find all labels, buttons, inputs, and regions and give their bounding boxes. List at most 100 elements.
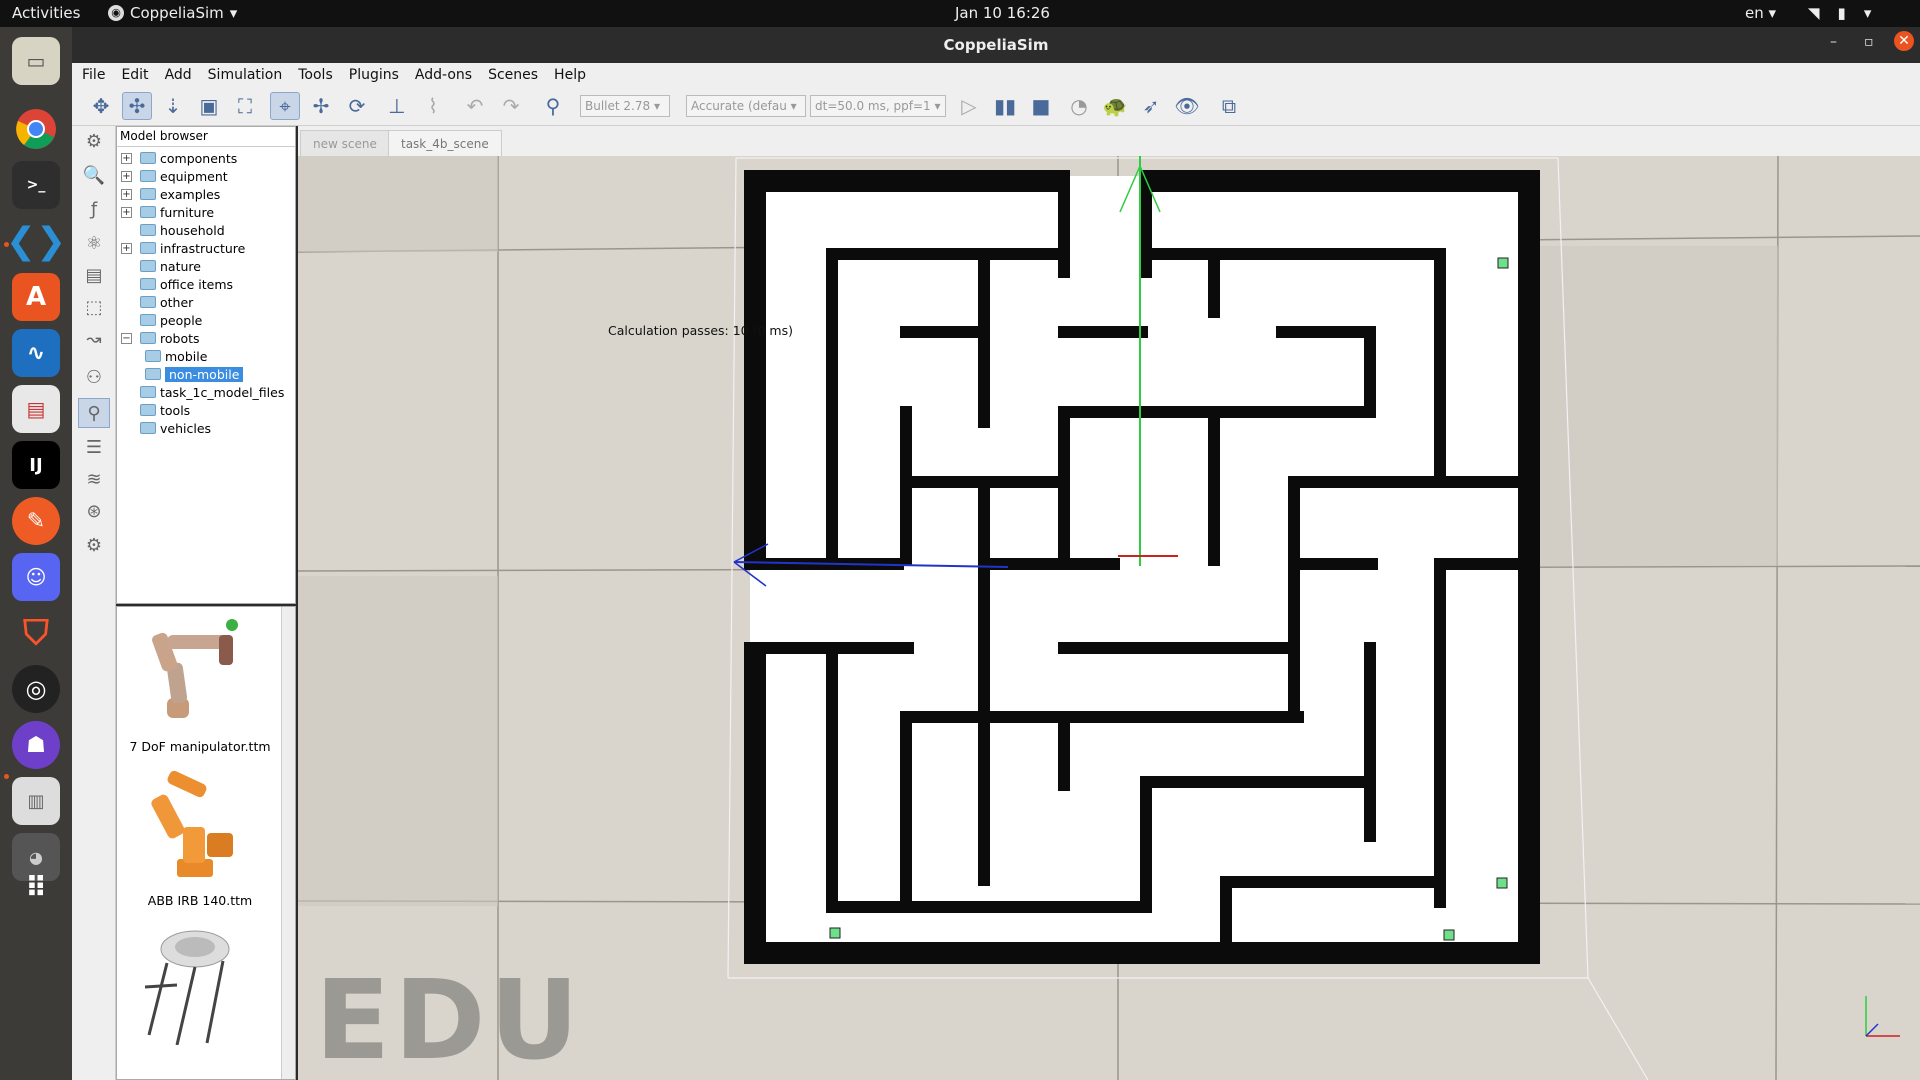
pause-simulation-icon[interactable]: ▮▮ [990,92,1020,120]
path-edit-icon[interactable]: ↝ [78,324,110,354]
visualization-icon[interactable]: 👁 [1172,92,1202,120]
transfer-dna-icon[interactable]: ⌇ [418,92,448,120]
chrome-icon[interactable] [12,105,60,153]
thumbnails-scrollbar[interactable] [281,607,295,1079]
undo-icon[interactable]: ↶ [460,92,490,120]
dynamics-icon[interactable]: ⚲ [538,92,568,120]
slow-down-icon[interactable]: 🐢 [1100,92,1130,120]
menu-addons[interactable]: Add-ons [415,67,472,83]
thumbnail-abb-irb140[interactable]: ABB IRB 140.ttm [117,759,283,909]
files-icon[interactable]: ▭ [12,37,60,85]
app-grid-icon[interactable]: ⠿ [12,863,60,911]
tree-item-office-items[interactable]: office items [121,275,233,293]
collections-icon[interactable]: ⚇ [78,362,110,392]
menu-tools[interactable]: Tools [298,67,333,83]
video-recorder-icon[interactable]: ⊛ [78,496,110,526]
expand-icon[interactable]: + [121,170,132,182]
software-center-icon[interactable]: A [12,273,60,321]
function-icon[interactable]: ƒ [78,194,110,224]
layers-icon[interactable]: ≋ [78,464,110,494]
tree-item-examples[interactable]: + examples [121,185,220,203]
activities-button[interactable]: Activities [12,4,80,22]
terminal-icon[interactable]: >_ [12,161,60,209]
tab-task-4b-scene[interactable]: task_4b_scene [388,130,502,156]
thumbnail-7dof[interactable]: 7 DoF manipulator.ttm [117,607,283,757]
maximize-icon[interactable]: ▫ [1864,34,1874,50]
tree-item-components[interactable]: + components [121,149,237,167]
tab-new-scene[interactable]: new scene [300,130,390,156]
github-icon[interactable]: ☗ [12,721,60,769]
input-language[interactable]: en ▾ [1745,4,1776,22]
postman-icon[interactable]: ✎ [12,497,60,545]
intellij-icon[interactable]: IJ [12,441,60,489]
scene-toggle-icon[interactable]: ⧉ [1214,92,1244,120]
system-tray[interactable]: ◥ ▮ ▾ [1808,4,1871,22]
tree-item-infrastructure[interactable]: + infrastructure [121,239,245,257]
scripts-icon[interactable]: ▤ [78,260,110,290]
accuracy-select[interactable]: Accurate (defau ▾ [686,95,806,117]
vscode-icon[interactable]: ❮❯ [6,217,66,265]
camera-shift-icon[interactable]: ⇣ [158,92,188,120]
collapse-icon[interactable]: − [121,332,132,344]
menu-simulation[interactable]: Simulation [208,67,283,83]
tree-item-furniture[interactable]: + furniture [121,203,214,221]
tree-item-other[interactable]: other [121,293,193,311]
tree-item-robots[interactable]: − robots [121,329,200,347]
redo-icon[interactable]: ↷ [496,92,526,120]
menu-file[interactable]: File [82,67,105,83]
object-rotate-icon[interactable]: ⟳ [342,92,372,120]
expand-icon[interactable]: + [121,188,132,200]
scene-hierarchy-icon[interactable]: ☰ [78,432,110,462]
tree-item-task-1c-model-files[interactable]: task_1c_model_files [121,383,284,401]
window-title-bar[interactable]: CoppeliaSim – ▫ ✕ [72,27,1920,63]
scene-viewport[interactable]: Calculation passes: 10 (0 ms) EDU [298,156,1920,1080]
app-menu-button[interactable]: ◉ CoppeliaSim ▾ [108,4,237,22]
brave-icon[interactable]: ⛉ [12,609,60,657]
tree-item-vehicles[interactable]: vehicles [121,419,211,437]
expand-icon[interactable]: + [121,242,132,254]
tree-item-household[interactable]: household [121,221,225,239]
minimize-icon[interactable]: – [1830,34,1837,50]
menu-plugins[interactable]: Plugins [349,67,399,83]
tree-item-equipment[interactable]: + equipment [121,167,228,185]
tree-item-non-mobile[interactable]: non-mobile [145,365,244,383]
realtime-icon[interactable]: ◔ [1064,92,1094,120]
magnifier-icon[interactable]: 🔍 [78,160,110,190]
clock[interactable]: Jan 10 16:26 [955,4,1050,22]
start-simulation-icon[interactable]: ▷ [954,92,984,120]
tree-item-mobile[interactable]: mobile [145,347,207,365]
calculation-module-icon[interactable]: ⚛ [78,228,110,258]
tree-item-label: furniture [160,204,215,220]
stop-simulation-icon[interactable]: ■ [1026,92,1056,120]
tree-item-tools[interactable]: tools [121,401,190,419]
tree-item-people[interactable]: people [121,311,202,329]
tree-item-nature[interactable]: nature [121,257,201,275]
expand-icon[interactable]: + [121,152,132,164]
obs-icon[interactable]: ◎ [12,665,60,713]
user-settings-icon[interactable]: ⚙ [78,530,110,560]
model-browser-icon[interactable]: ⚲ [78,398,110,428]
system-monitor-icon[interactable]: ∿ [12,329,60,377]
shape-edit-icon[interactable]: ⬚ [78,292,110,322]
click-select-icon[interactable]: ⌖ [270,92,300,120]
object-shift-icon[interactable]: ✢ [306,92,336,120]
discord-icon[interactable]: ☺ [12,553,60,601]
speed-up-icon[interactable]: ➶ [1136,92,1166,120]
fit-to-view-icon[interactable]: ⛶ [230,92,260,120]
menu-scenes[interactable]: Scenes [488,67,538,83]
document-viewer-icon[interactable]: ▤ [12,385,60,433]
camera-angle-icon[interactable]: ▣ [194,92,224,120]
simulation-settings-icon[interactable]: ⚙ [78,126,110,156]
expand-icon[interactable]: + [121,206,132,218]
camera-pan-icon[interactable]: ✥ [86,92,116,120]
archive-icon[interactable]: ▥ [12,777,60,825]
menu-help[interactable]: Help [554,67,586,83]
menu-edit[interactable]: Edit [121,67,148,83]
physics-engine-select[interactable]: Bullet 2.78 ▾ [580,95,670,117]
assemble-icon[interactable]: ⊥ [382,92,412,120]
thumbnail-delta-robot[interactable] [117,919,283,1069]
close-icon[interactable]: ✕ [1894,31,1914,51]
camera-rotate-icon[interactable]: ✣ [122,92,152,120]
timestep-select[interactable]: dt=50.0 ms, ppf=1 ▾ [810,95,946,117]
menu-add[interactable]: Add [165,67,192,83]
